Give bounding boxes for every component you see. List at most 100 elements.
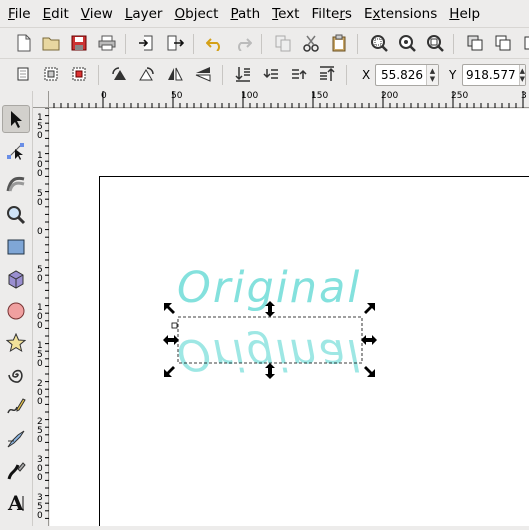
- raise-button[interactable]: [288, 63, 310, 85]
- redo-icon: [238, 38, 252, 51]
- select-all-layers-button[interactable]: [40, 63, 62, 85]
- undo-button[interactable]: [204, 32, 226, 54]
- magnifier-icon: [7, 206, 26, 225]
- zoom-drawing-button[interactable]: [396, 32, 418, 54]
- lower-button[interactable]: [260, 63, 282, 85]
- vruler-label: 0: [37, 227, 43, 237]
- paste-button[interactable]: [328, 32, 350, 54]
- duplicate-icon: [467, 35, 483, 51]
- x-coordinate-spinbox[interactable]: 55.826 ▲ ▼: [375, 64, 439, 86]
- node-tool[interactable]: [2, 137, 30, 165]
- flip-horizontal-icon: [168, 67, 183, 81]
- menu-item[interactable]: Filters: [305, 3, 358, 25]
- y-coordinate-spinbox[interactable]: 918.577 ▲ ▼: [462, 64, 526, 86]
- unlink-clone-icon: [524, 36, 529, 50]
- hruler-label: 0: [101, 91, 107, 101]
- menu-item[interactable]: Layer: [119, 3, 169, 25]
- x-spin-arrows[interactable]: ▲ ▼: [426, 65, 438, 85]
- zoom-selection-button[interactable]: [368, 32, 390, 54]
- select-all-button[interactable]: [12, 63, 34, 85]
- scissors-icon: [303, 35, 319, 52]
- unlink-clone-button[interactable]: [518, 32, 529, 54]
- new-document-button[interactable]: [13, 32, 35, 54]
- rectangle-icon: [7, 239, 25, 255]
- vruler-label: 1 0 0: [37, 151, 43, 179]
- menu-item[interactable]: View: [75, 3, 119, 25]
- spin-down-icon: ▼: [519, 75, 526, 83]
- menu-item[interactable]: File: [2, 3, 37, 25]
- duplicate-button[interactable]: [464, 32, 486, 54]
- vruler-label: 2 5 0: [37, 417, 43, 445]
- menu-item[interactable]: Object: [168, 3, 224, 25]
- raise-to-top-button[interactable]: [316, 63, 338, 85]
- invert-selection-icon: [72, 67, 86, 81]
- import-icon: [139, 35, 153, 51]
- import-button[interactable]: [136, 32, 158, 54]
- menu-item[interactable]: Help: [443, 3, 486, 25]
- zoom-page-button[interactable]: [424, 32, 446, 54]
- selector-tool[interactable]: [2, 105, 30, 133]
- save-icon: [71, 35, 87, 51]
- hruler-label: 100: [241, 91, 259, 101]
- drawing-canvas[interactable]: Original Original: [50, 109, 529, 526]
- copy-icon: [275, 35, 291, 52]
- 3d-box-tool[interactable]: [2, 265, 30, 293]
- open-button[interactable]: [40, 32, 62, 54]
- ellipse-icon: [7, 302, 25, 320]
- vruler-label: 2 0 0: [37, 379, 43, 407]
- corner-handle-tr: [364, 303, 375, 314]
- redo-button[interactable]: [232, 32, 254, 54]
- copy-button[interactable]: [272, 32, 294, 54]
- save-button[interactable]: [68, 32, 90, 54]
- menu-bar: File Edit View Layer Object Path Text Filters Ex…: [0, 0, 529, 27]
- vruler-label: 3 0 0: [37, 455, 43, 483]
- tweak-tool[interactable]: [2, 169, 30, 197]
- zoom-tool[interactable]: [2, 201, 30, 229]
- corner-handle-bl: [164, 366, 175, 377]
- pencil-tool[interactable]: [2, 393, 30, 421]
- menu-item[interactable]: Text: [266, 3, 305, 25]
- print-button[interactable]: [96, 32, 118, 54]
- calligraphy-tool[interactable]: [2, 457, 30, 485]
- invert-selection-button[interactable]: [68, 63, 90, 85]
- star-tool[interactable]: [2, 329, 30, 357]
- right-handle: [361, 335, 377, 345]
- spin-up-icon: ▲: [429, 67, 436, 75]
- y-spin-arrows[interactable]: ▲ ▼: [518, 65, 526, 85]
- x-coordinate-value: 55.826: [381, 68, 423, 82]
- zoom-page-icon: [427, 35, 444, 52]
- select-all-layers-icon: [44, 67, 58, 81]
- tweak-icon: [6, 176, 25, 192]
- corner-handle-br: [364, 366, 375, 377]
- clone-button[interactable]: [492, 32, 514, 54]
- commands-toolbar: [0, 27, 529, 58]
- menu-item[interactable]: Extensions: [358, 3, 443, 25]
- menu-item[interactable]: Path: [224, 3, 266, 25]
- star-icon: [6, 333, 26, 353]
- export-button[interactable]: [164, 32, 186, 54]
- node-editor-icon: [7, 143, 24, 160]
- spiral-tool[interactable]: [2, 361, 30, 389]
- zoom-selection-icon: [371, 35, 388, 52]
- ellipse-tool[interactable]: [2, 297, 30, 325]
- pen-icon: [7, 430, 25, 448]
- pen-tool[interactable]: [2, 425, 30, 453]
- menu-item[interactable]: Edit: [37, 3, 75, 25]
- rotate-ccw-button[interactable]: [108, 63, 130, 85]
- new-document-icon: [17, 34, 31, 52]
- text-tool[interactable]: A: [2, 489, 30, 517]
- cut-button[interactable]: [300, 32, 322, 54]
- vertical-ruler[interactable]: 1 5 0 1 0 0 5 0 0 5 0 1 0 0 1 5 0 2 0 0 2 5 0 3 0…: [33, 107, 49, 526]
- x-coordinate-label: X: [362, 68, 371, 82]
- flip-horizontal-button[interactable]: [164, 63, 186, 85]
- vruler-label: 5 0: [37, 189, 43, 208]
- rotate-cw-button[interactable]: [136, 63, 158, 85]
- lower-to-bottom-button[interactable]: [232, 63, 254, 85]
- pencil-icon: [7, 398, 26, 414]
- spin-down-icon: ▼: [429, 75, 436, 83]
- flip-vertical-button[interactable]: [192, 63, 214, 85]
- horizontal-ruler[interactable]: 0 50 100 150 200 250 3: [32, 91, 529, 108]
- corner-handle-tl: [164, 303, 175, 314]
- rectangle-tool[interactable]: [2, 233, 30, 261]
- vruler-label: 1 0 0: [37, 303, 43, 331]
